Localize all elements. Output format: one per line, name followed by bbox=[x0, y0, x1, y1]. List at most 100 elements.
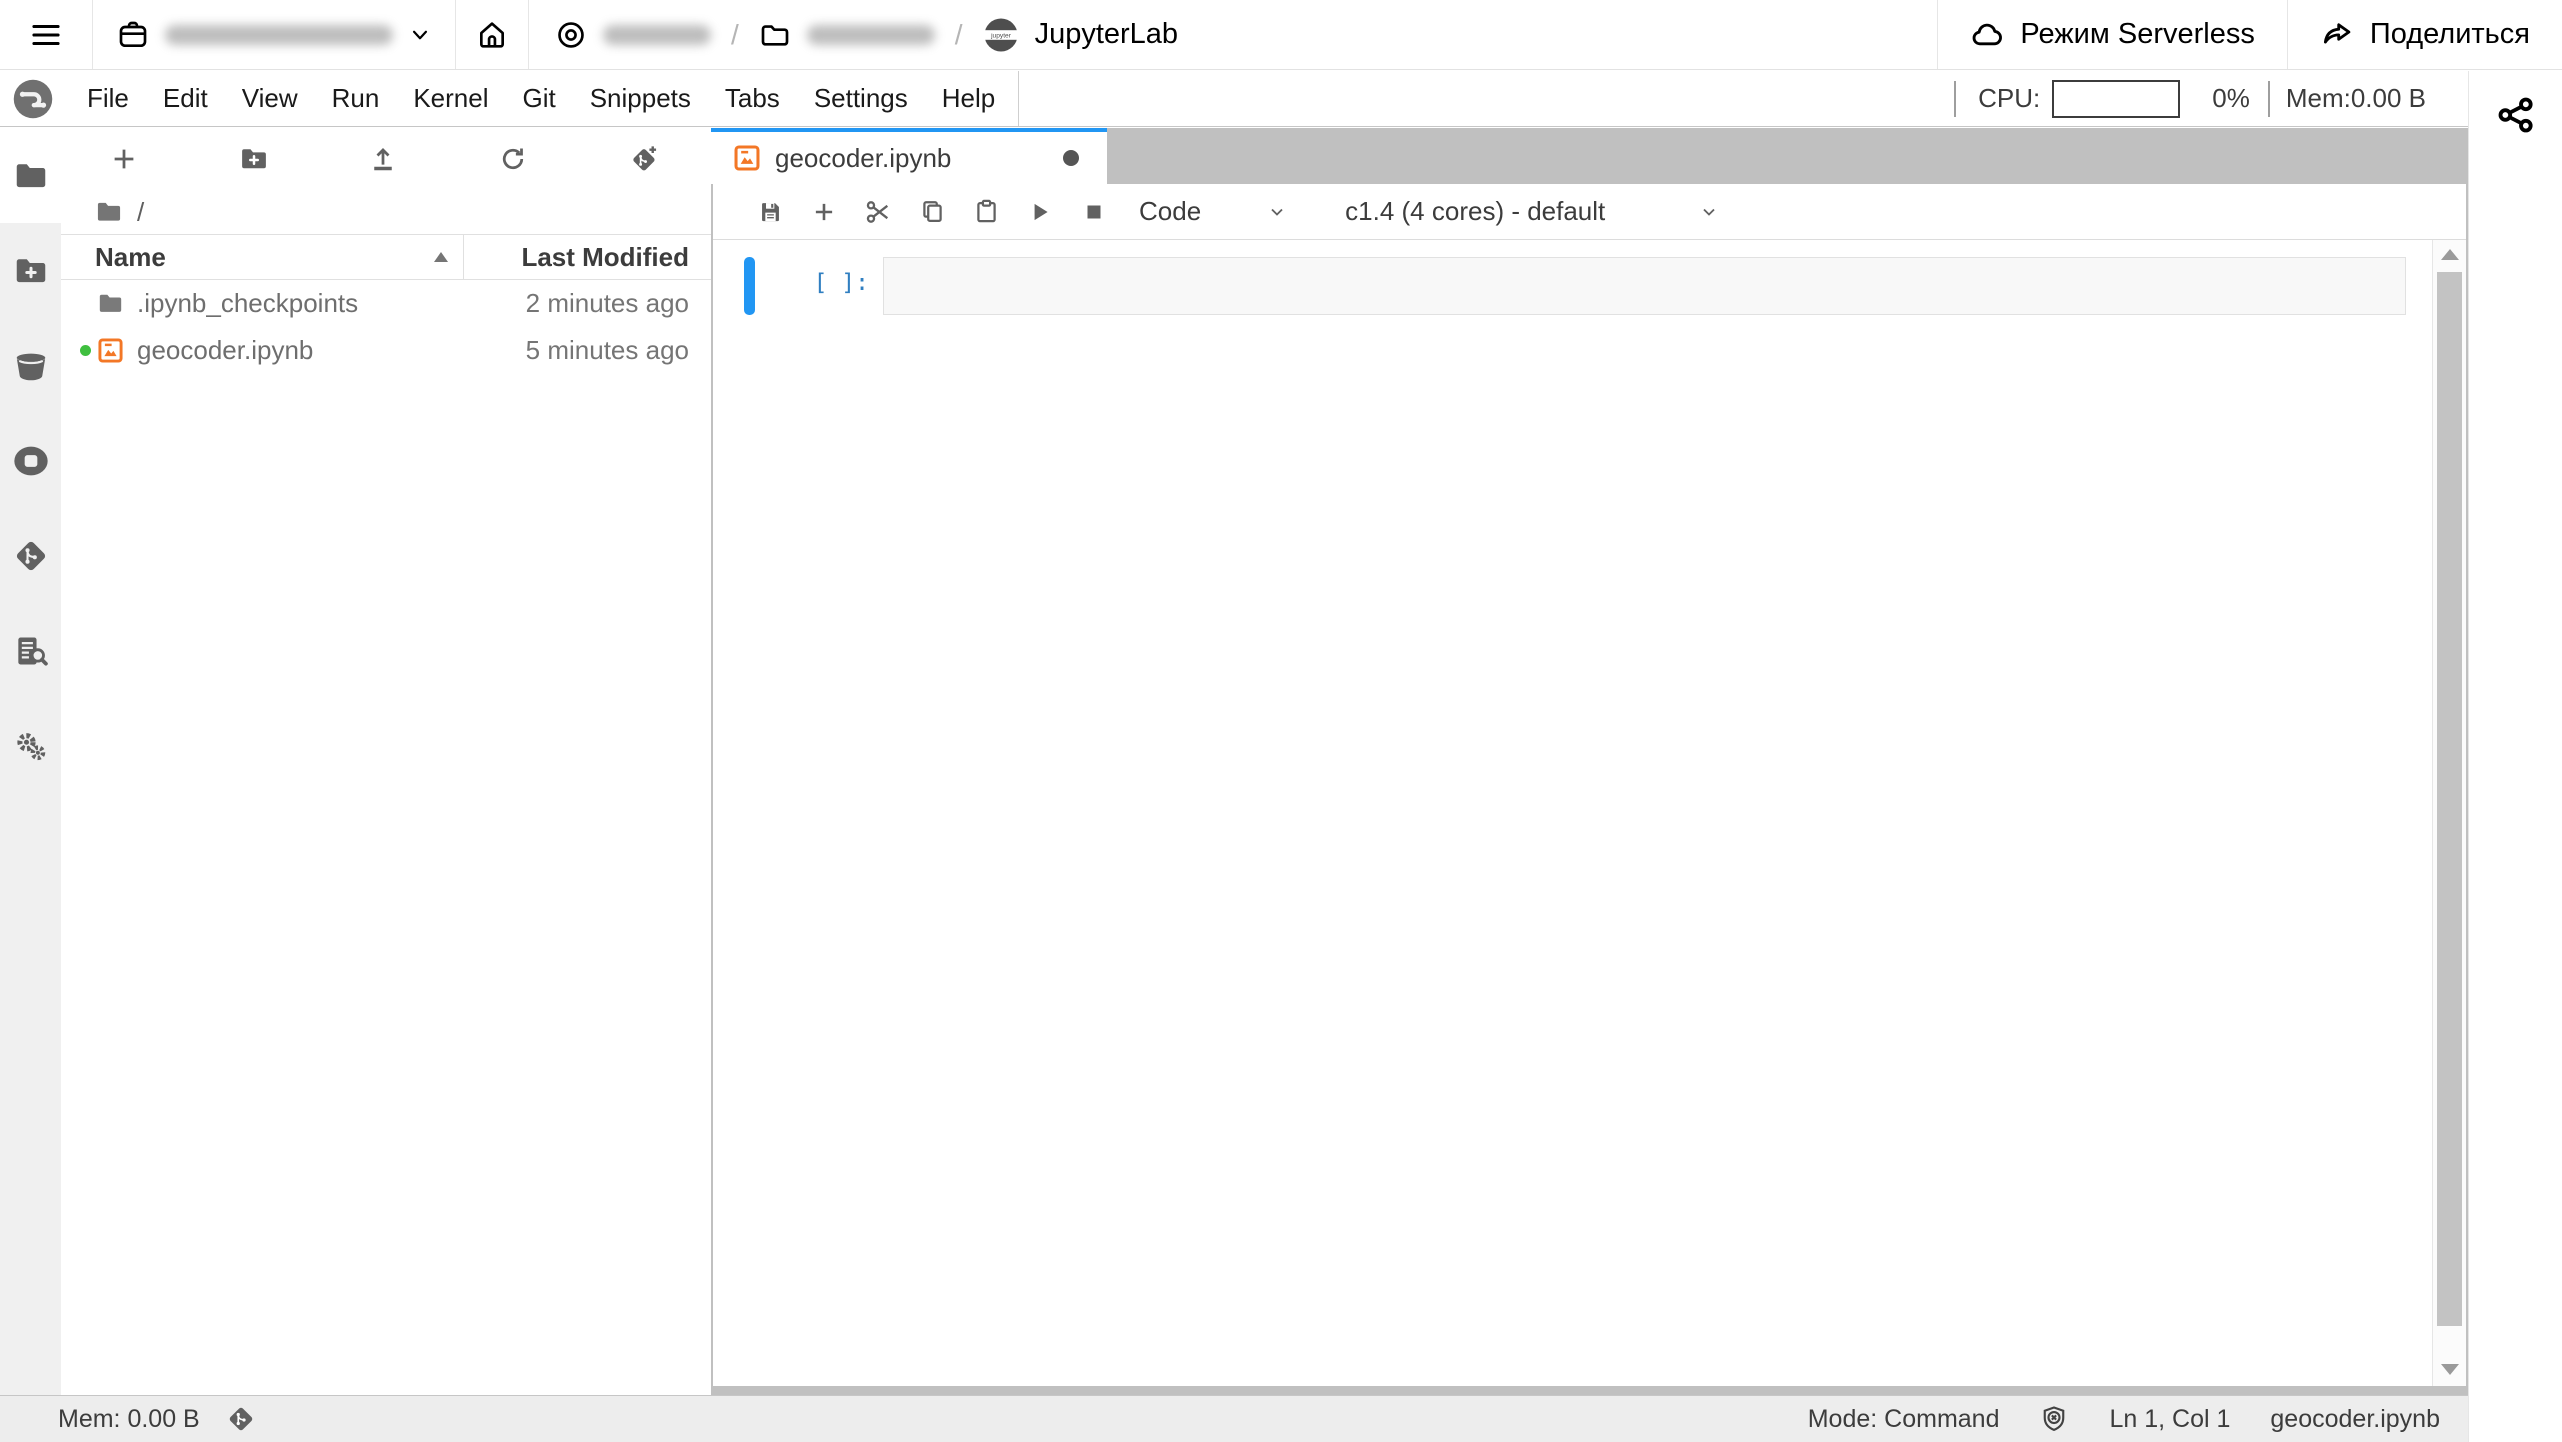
status-bar-right: Mode: Command Ln 1, Col 1 geocoder.ipynb bbox=[1808, 1404, 2468, 1434]
add-cell-button[interactable] bbox=[797, 191, 851, 233]
file-modified: 5 minutes ago bbox=[526, 335, 711, 366]
redacted-org-name bbox=[165, 25, 393, 45]
folder-icon bbox=[97, 290, 124, 317]
mode-indicator[interactable]: Mode: Command bbox=[1808, 1405, 2000, 1434]
home-icon bbox=[476, 19, 508, 51]
scroll-up-arrow[interactable] bbox=[2441, 249, 2459, 260]
sidebar-tab-new-folder[interactable] bbox=[0, 223, 61, 318]
save-icon bbox=[757, 198, 784, 225]
share-nodes-button[interactable] bbox=[2496, 95, 2536, 135]
hamburger-menu-button[interactable] bbox=[0, 0, 93, 69]
folder-outline-icon bbox=[759, 19, 791, 51]
new-launcher-button[interactable] bbox=[109, 144, 139, 174]
share-button[interactable]: Поделиться bbox=[2287, 0, 2562, 69]
refresh-button[interactable] bbox=[498, 144, 528, 174]
home-button[interactable] bbox=[456, 0, 529, 69]
scissors-icon bbox=[864, 198, 892, 226]
menu-file[interactable]: File bbox=[70, 71, 146, 126]
notebook-content: [ ]: bbox=[713, 240, 2466, 1386]
stop-kernel-button[interactable] bbox=[1067, 191, 1121, 233]
new-folder-button[interactable] bbox=[239, 144, 269, 174]
breadcrumb-separator: / bbox=[727, 19, 743, 51]
file-browser-breadcrumb[interactable]: / bbox=[61, 190, 711, 234]
sidebar-tab-stop-circle[interactable] bbox=[0, 413, 61, 508]
redacted-project-name[interactable] bbox=[603, 25, 711, 45]
cell-prompt: [ ]: bbox=[755, 257, 869, 315]
cell-type-dropdown[interactable]: Code bbox=[1139, 196, 1287, 227]
menu-help[interactable]: Help bbox=[925, 71, 1012, 126]
activity-bar bbox=[0, 128, 61, 1395]
jupyter-logo-icon: jupyter bbox=[983, 17, 1019, 53]
kernel-dropdown[interactable]: c1.4 (4 cores) - default bbox=[1345, 196, 1719, 227]
sidebar-tab-git[interactable] bbox=[0, 508, 61, 603]
run-cell-button[interactable] bbox=[1013, 191, 1067, 233]
menu-edit[interactable]: Edit bbox=[146, 71, 225, 126]
workspace: / Name Last Modified .ipynb_checkpoints … bbox=[0, 128, 2468, 1395]
cursor-position[interactable]: Ln 1, Col 1 bbox=[2109, 1405, 2230, 1434]
code-cell: [ ]: bbox=[744, 257, 2432, 315]
stop-circle-icon bbox=[11, 441, 51, 481]
cell-collapser[interactable] bbox=[744, 257, 755, 315]
memory-usage: Mem:0.00 B bbox=[2286, 83, 2426, 114]
git-clone-button[interactable] bbox=[627, 143, 659, 175]
refresh-icon bbox=[498, 144, 528, 174]
folder-plus-icon bbox=[13, 253, 49, 289]
notebook-panel: Code c1.4 (4 cores) - default [ ]: bbox=[713, 184, 2466, 1386]
cell-editor[interactable] bbox=[883, 257, 2406, 315]
menu-tabs[interactable]: Tabs bbox=[708, 71, 797, 126]
paste-cells-button[interactable] bbox=[959, 191, 1013, 233]
sort-ascending-icon bbox=[433, 251, 449, 263]
list-search-icon bbox=[12, 632, 50, 670]
notebook-toolbar: Code c1.4 (4 cores) - default bbox=[713, 184, 2466, 240]
copy-cells-button[interactable] bbox=[905, 191, 959, 233]
main-dock: geocoder.ipynb bbox=[711, 128, 2468, 1395]
scroll-down-arrow[interactable] bbox=[2441, 1364, 2459, 1375]
new-folder-icon bbox=[239, 144, 269, 174]
tab-bar: geocoder.ipynb bbox=[711, 128, 2468, 184]
root-folder-icon bbox=[95, 198, 123, 226]
notebook-file-icon bbox=[97, 337, 124, 364]
unsaved-changes-dot[interactable] bbox=[1063, 150, 1079, 166]
redacted-folder-name[interactable] bbox=[807, 25, 935, 45]
sidebar-tab-file-browser[interactable] bbox=[0, 128, 61, 223]
serverless-label: Режим Serverless bbox=[2020, 18, 2254, 51]
upload-button[interactable] bbox=[368, 144, 398, 174]
trust-shield-icon[interactable] bbox=[2039, 1404, 2069, 1434]
menu-divider bbox=[1018, 71, 1019, 126]
briefcase-icon bbox=[117, 19, 149, 51]
chevron-down-icon bbox=[1267, 202, 1287, 222]
chevron-down-icon bbox=[1699, 202, 1719, 222]
sidebar-tab-buckets[interactable] bbox=[0, 318, 61, 413]
notebook-scrollbar[interactable] bbox=[2432, 240, 2466, 1386]
menu-view[interactable]: View bbox=[225, 71, 315, 126]
cell-list: [ ]: bbox=[713, 240, 2432, 1386]
sidebar-tab-settings[interactable] bbox=[0, 698, 61, 793]
hamburger-icon bbox=[29, 18, 63, 52]
menu-settings[interactable]: Settings bbox=[797, 71, 925, 126]
memory-status[interactable]: Mem: 0.00 B bbox=[58, 1405, 200, 1434]
sidebar-tab-snippets-search[interactable] bbox=[0, 603, 61, 698]
menu-bar: File Edit View Run Kernel Git Snippets T… bbox=[0, 71, 2468, 127]
scrollbar-thumb[interactable] bbox=[2437, 272, 2462, 1326]
file-row-checkpoints[interactable]: .ipynb_checkpoints 2 minutes ago bbox=[61, 280, 711, 327]
organization-selector[interactable] bbox=[93, 0, 456, 69]
serverless-mode-button[interactable]: Режим Serverless bbox=[1937, 0, 2286, 69]
save-button[interactable] bbox=[743, 191, 797, 233]
file-row-geocoder[interactable]: geocoder.ipynb 5 minutes ago bbox=[61, 327, 711, 374]
cut-cells-button[interactable] bbox=[851, 191, 905, 233]
file-name: geocoder.ipynb bbox=[137, 335, 526, 366]
menu-run[interactable]: Run bbox=[315, 71, 397, 126]
tab-title: geocoder.ipynb bbox=[775, 143, 951, 174]
name-column-header[interactable]: Name bbox=[61, 242, 463, 273]
kernel-running-dot bbox=[80, 345, 91, 356]
resource-usage: CPU: 0% Mem:0.00 B bbox=[1954, 80, 2468, 118]
menu-kernel[interactable]: Kernel bbox=[396, 71, 505, 126]
app-title: JupyterLab bbox=[1035, 18, 1179, 51]
menu-snippets[interactable]: Snippets bbox=[573, 71, 708, 126]
file-browser-toolbar bbox=[61, 128, 711, 190]
git-status-icon[interactable] bbox=[226, 1404, 256, 1434]
modified-column-header[interactable]: Last Modified bbox=[464, 242, 711, 273]
tab-geocoder-ipynb[interactable]: geocoder.ipynb bbox=[711, 128, 1107, 184]
menu-git[interactable]: Git bbox=[505, 71, 572, 126]
active-file-name[interactable]: geocoder.ipynb bbox=[2270, 1405, 2440, 1434]
